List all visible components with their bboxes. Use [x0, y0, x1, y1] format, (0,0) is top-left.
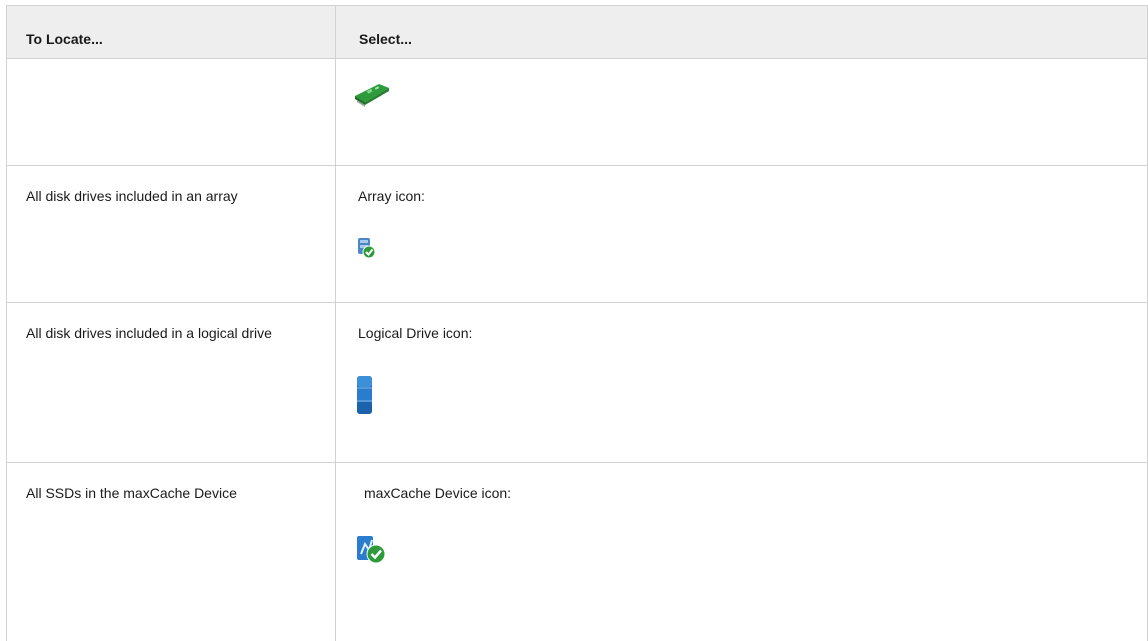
- logical-drive-icon[interactable]: [354, 374, 378, 416]
- select-text: maxCache Device icon:: [364, 485, 512, 501]
- array-icon[interactable]: [354, 236, 378, 260]
- header-select: Select...: [359, 31, 412, 47]
- select-cell: Array icon:: [336, 166, 1147, 302]
- locate-cell: All disk drives included in an array: [7, 166, 336, 302]
- maxcache-device-icon[interactable]: [355, 532, 387, 566]
- table-header-row: To Locate... Select...: [7, 6, 1147, 59]
- locate-cell: All SSDs in the maxCache Device: [7, 463, 336, 641]
- locate-drives-table: To Locate... Select... All disk drives i…: [6, 5, 1148, 641]
- select-cell: Logical Drive icon:: [336, 303, 1147, 462]
- header-to-locate: To Locate...: [7, 6, 336, 58]
- locate-cell: All disk drives included in a logical dr…: [7, 303, 336, 462]
- locate-cell: [7, 59, 336, 165]
- select-text: Array icon:: [358, 188, 425, 204]
- table-row: All disk drives included in an array Arr…: [7, 166, 1147, 303]
- select-text: Logical Drive icon:: [358, 325, 473, 341]
- select-cell: maxCache Device icon:: [336, 463, 1147, 641]
- table-row: [7, 59, 1147, 166]
- table-row: All SSDs in the maxCache Device maxCache…: [7, 463, 1147, 641]
- table-row: All disk drives included in a logical dr…: [7, 303, 1147, 463]
- controller-card-icon[interactable]: [353, 80, 393, 108]
- select-cell: [336, 59, 1147, 165]
